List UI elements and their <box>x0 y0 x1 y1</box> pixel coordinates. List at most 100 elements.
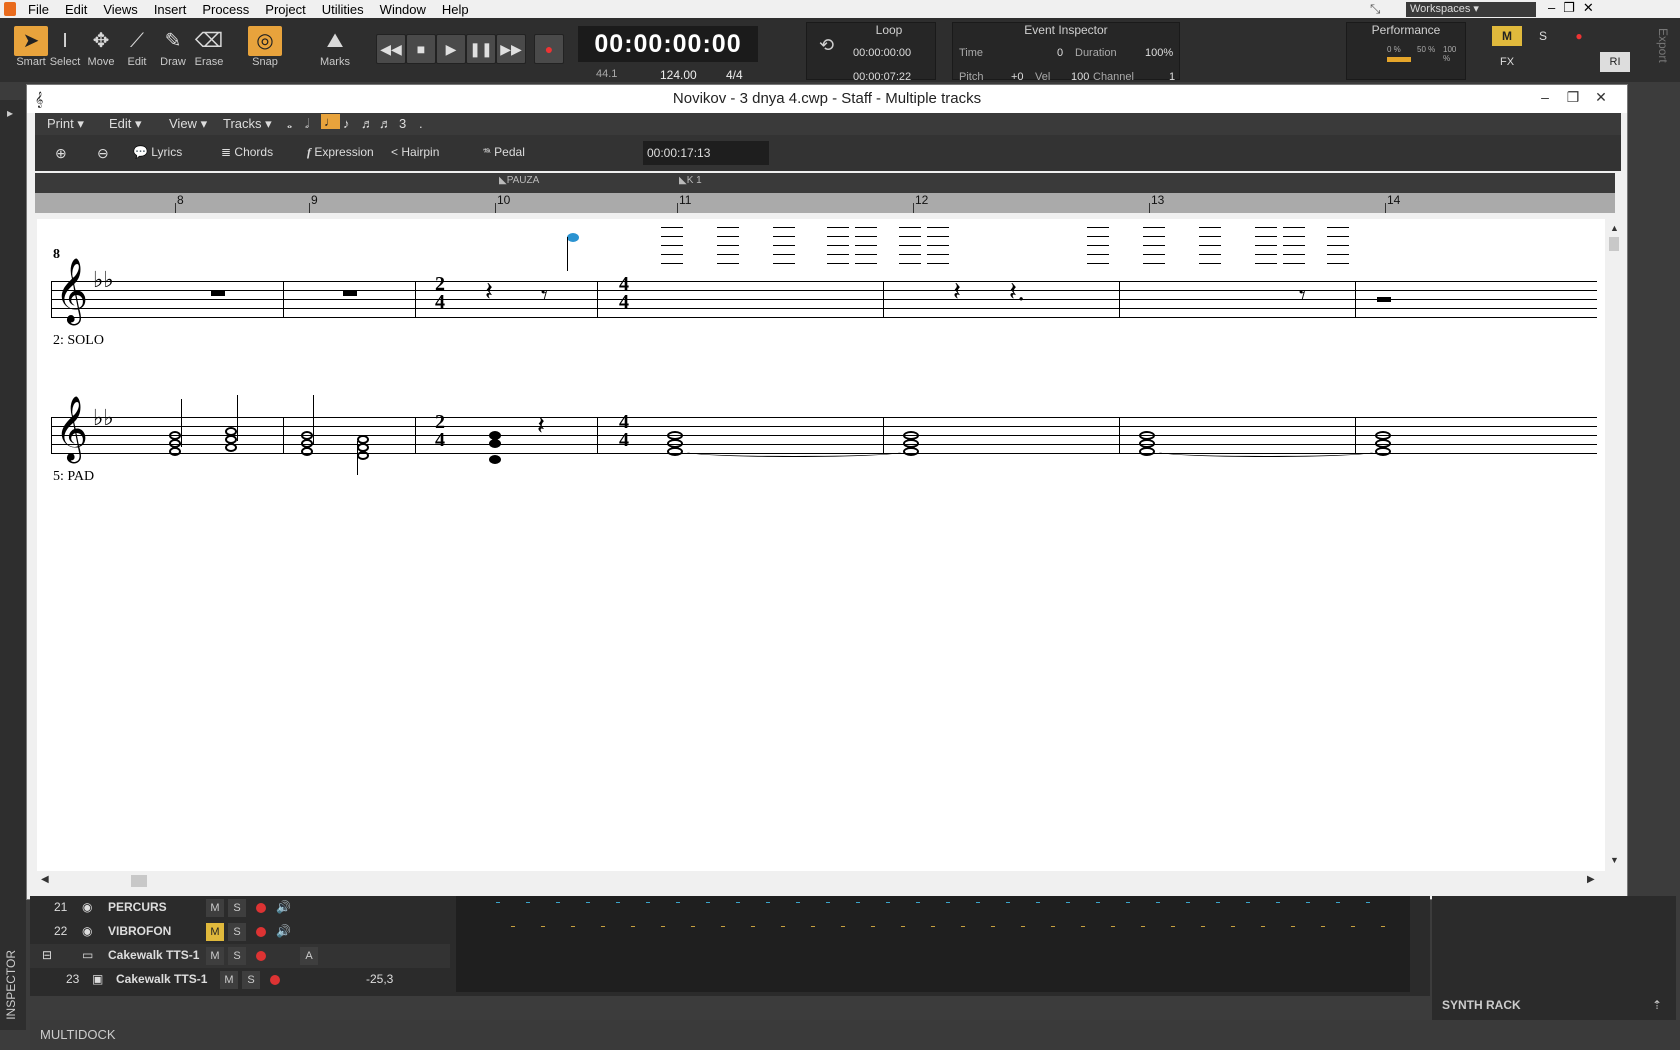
collapse-icon[interactable]: ⤡ <box>1370 1 1380 17</box>
record-button[interactable]: ● <box>534 34 564 64</box>
mute-button[interactable]: M <box>206 947 224 965</box>
thirty-second-note-button[interactable]: ♬ <box>379 116 392 131</box>
selected-note[interactable] <box>567 233 579 242</box>
zoom-in-icon[interactable]: ⊕ <box>55 145 67 162</box>
scroll-left-icon[interactable]: ◀ <box>41 874 49 885</box>
chord-note[interactable] <box>169 447 181 456</box>
edit-tool[interactable]: ⟋ Edit <box>120 26 154 78</box>
global-solo-button[interactable]: S <box>1528 26 1558 46</box>
close-button[interactable]: ✕ <box>1587 85 1615 109</box>
pedal-button[interactable]: 𝆮 Pedal <box>483 145 525 160</box>
minimize-button[interactable]: – <box>1531 85 1559 109</box>
expand-panel-icon[interactable]: ⇡ <box>1652 998 1662 1012</box>
duration-value[interactable]: 100% <box>1145 47 1173 59</box>
whole-rest[interactable] <box>211 291 225 296</box>
record-arm-button[interactable] <box>270 975 280 985</box>
scroll-thumb[interactable] <box>131 875 147 887</box>
scroll-up-icon[interactable]: ▲ <box>1610 223 1619 233</box>
quarter-note-button[interactable]: ♩ <box>321 114 340 129</box>
lyrics-button[interactable]: 💬 Lyrics <box>133 145 182 159</box>
menu-window[interactable]: Window <box>372 0 434 18</box>
fx-button[interactable]: FX <box>1492 52 1522 72</box>
chord-note[interactable] <box>301 447 313 456</box>
whole-chord-note[interactable] <box>667 447 683 456</box>
menu-file[interactable]: File <box>20 0 57 18</box>
record-arm-button[interactable] <box>256 927 266 937</box>
vel-value[interactable]: 100 <box>1071 71 1089 83</box>
tracks-menu[interactable]: Tracks ▾ <box>223 116 272 132</box>
solo-button[interactable]: S <box>242 971 260 989</box>
record-arm-button[interactable] <box>256 903 266 913</box>
global-mute-button[interactable]: M <box>1492 26 1522 46</box>
marker-pauza[interactable]: ◣PAUZA <box>499 175 539 186</box>
mute-button[interactable]: M <box>206 923 224 941</box>
whole-chord-note[interactable] <box>903 447 919 456</box>
menu-views[interactable]: Views <box>95 0 145 18</box>
solo-button[interactable]: S <box>228 923 246 941</box>
menu-utilities[interactable]: Utilities <box>314 0 372 18</box>
track-row[interactable]: 21 ◉ PERCURS M S 🔊 <box>30 896 450 920</box>
rewind-button[interactable]: ◀◀ <box>376 34 406 64</box>
tempo[interactable]: 124.00 <box>660 68 697 82</box>
half-note-button[interactable]: 𝅗𝅥 <box>305 116 309 132</box>
solo-button[interactable]: S <box>228 899 246 917</box>
track-name[interactable]: VIBROFON <box>108 924 171 938</box>
whole-chord-note[interactable] <box>1375 447 1391 456</box>
ri-button[interactable]: RI <box>1600 52 1630 72</box>
channel-value[interactable]: 1 <box>1169 71 1175 83</box>
dot-button[interactable]: . <box>419 116 423 131</box>
archive-button[interactable]: A <box>300 947 318 965</box>
chord-note[interactable] <box>489 455 501 464</box>
print-menu[interactable]: Print ▾ <box>47 116 84 132</box>
score-area[interactable]: 8 2: SOLO 5: PAD 𝄞 ♭♭ 𝄞 ♭♭ 24 44 24 44 𝄽… <box>37 219 1605 871</box>
workspaces-dropdown[interactable]: Workspaces ▾ <box>1406 2 1536 17</box>
marks-button[interactable]: ⛰ Marks <box>318 26 352 78</box>
mute-button[interactable]: M <box>220 971 238 989</box>
chord-note[interactable] <box>357 435 369 444</box>
track-name[interactable]: Cakewalk TTS-1 <box>116 972 207 986</box>
time-ruler[interactable]: ◣PAUZA ◣K 1 8 9 10 11 12 13 14 <box>35 173 1615 213</box>
track-name[interactable]: PERCURS <box>108 900 167 914</box>
meter[interactable]: 4/4 <box>726 68 743 82</box>
time-value[interactable]: 0 <box>1057 47 1063 59</box>
marker-k1[interactable]: ◣K 1 <box>679 175 702 186</box>
stop-button[interactable]: ■ <box>406 34 436 64</box>
transport-time[interactable]: 00:00:00:00 <box>578 26 758 62</box>
track-row[interactable]: 23 ▣ Cakewalk TTS-1 M S -25,3 <box>30 968 450 992</box>
multidock-bar[interactable]: MULTIDOCK <box>30 1020 1680 1050</box>
menu-help[interactable]: Help <box>434 0 477 18</box>
move-tool[interactable]: ✥ Move <box>84 26 118 78</box>
pause-button[interactable]: ❚❚ <box>466 34 496 64</box>
select-tool[interactable]: I Select <box>48 26 82 78</box>
edit-menu[interactable]: Edit ▾ <box>109 116 142 132</box>
menu-insert[interactable]: Insert <box>146 0 195 18</box>
input-echo-icon[interactable]: 🔊 <box>276 924 291 938</box>
app-window-buttons[interactable]: –❐✕ <box>1548 0 1602 16</box>
scroll-right-icon[interactable]: ▶ <box>1587 874 1595 885</box>
whole-chord-note[interactable] <box>1139 447 1155 456</box>
erase-tool[interactable]: ⌫ Erase <box>192 26 226 78</box>
expand-icon[interactable]: ▸ <box>7 106 13 120</box>
triplet-button[interactable]: 3 <box>399 116 406 131</box>
solo-button[interactable]: S <box>228 947 246 965</box>
menu-edit[interactable]: Edit <box>57 0 95 18</box>
maximize-button[interactable]: ❐ <box>1559 85 1587 109</box>
loop-icon[interactable]: ⟲ <box>819 35 834 56</box>
time-position-field[interactable]: 00:00:17:13 <box>643 141 769 165</box>
loop-start[interactable]: 00:00:00:00 <box>853 47 911 59</box>
vertical-scrollbar[interactable]: ▲ ▼ <box>1607 219 1621 871</box>
menu-process[interactable]: Process <box>194 0 257 18</box>
horizontal-scrollbar[interactable]: ◀ ▶ <box>37 873 1605 889</box>
scroll-thumb[interactable] <box>1609 237 1619 251</box>
track-row[interactable]: 22 ◉ VIBROFON M S 🔊 <box>30 920 450 944</box>
record-arm-button[interactable] <box>256 951 266 961</box>
hairpin-button[interactable]: < Hairpin <box>391 145 439 159</box>
smart-tool[interactable]: ➤ Smart <box>14 26 48 78</box>
sixteenth-note-button[interactable]: ♬ <box>361 116 374 131</box>
pitch-value[interactable]: +0 <box>1011 71 1024 83</box>
fast-forward-button[interactable]: ▶▶ <box>496 34 526 64</box>
loop-end[interactable]: 00:00:07:22 <box>853 71 911 83</box>
whole-note-button[interactable]: 𝅝 <box>287 116 292 132</box>
whole-rest[interactable] <box>343 291 357 296</box>
view-menu[interactable]: View ▾ <box>169 116 207 132</box>
